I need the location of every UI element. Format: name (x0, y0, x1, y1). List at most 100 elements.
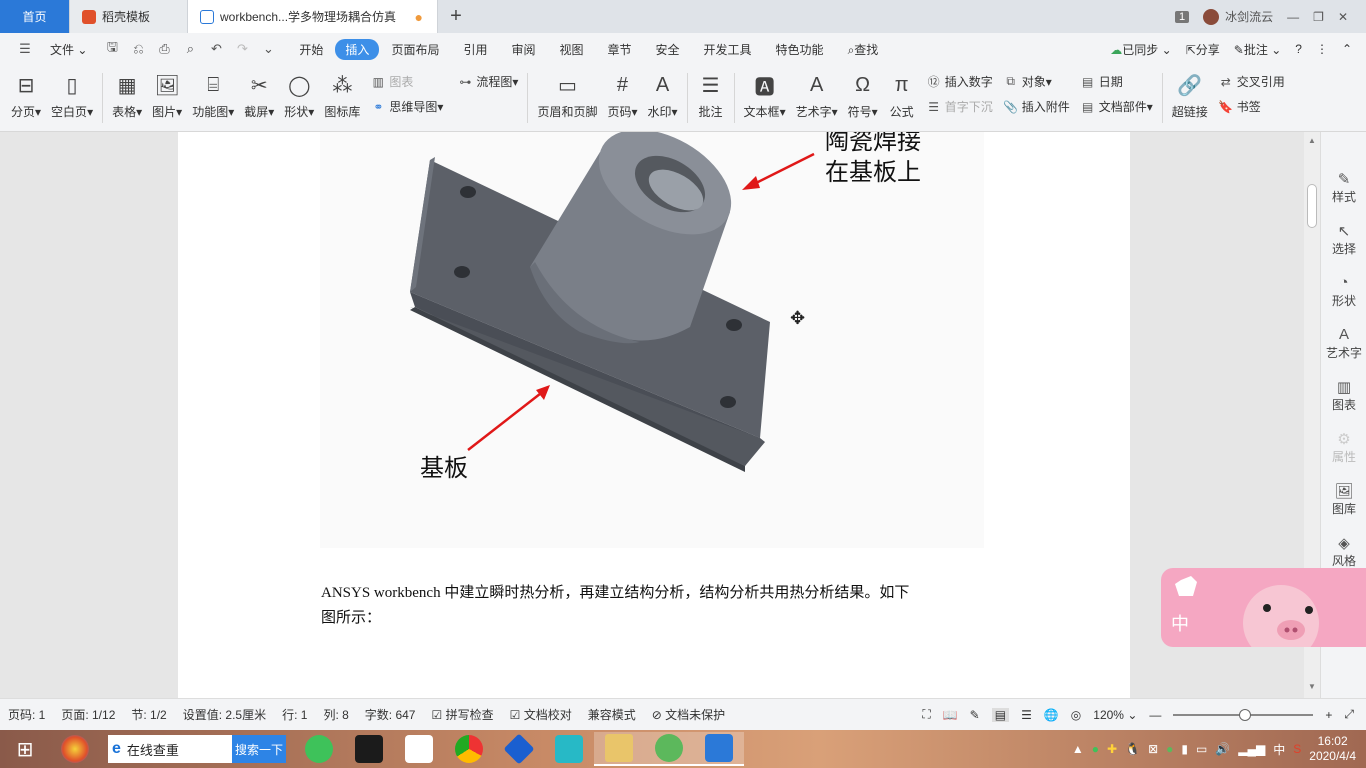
outline-view-icon[interactable]: ☰ (1021, 708, 1032, 722)
figure-ceramic-welding[interactable]: 陶瓷焊接 在基板上 基板 ✥ (320, 132, 984, 548)
page-view-icon[interactable]: ▤ (991, 707, 1010, 722)
menu-section[interactable]: 章节 (596, 41, 644, 58)
new-tab-button[interactable]: + (438, 0, 474, 33)
taskbar-chrome-icon[interactable] (444, 732, 494, 766)
menu-start[interactable]: 开始 (287, 41, 335, 58)
expand-icon[interactable]: ⤢ (1344, 707, 1354, 722)
menu-search[interactable]: ⌕查找 (836, 41, 891, 58)
ie-search-widget[interactable]: e 在线查重 搜索一下 (108, 734, 286, 764)
symbol-button[interactable]: Ω 符号▾ (843, 71, 883, 127)
collapse-ribbon-icon[interactable]: ⌃ (1342, 42, 1352, 56)
close-icon[interactable]: ✕ (1338, 10, 1348, 24)
menu-layout[interactable]: 页面布局 (379, 41, 451, 58)
doc-part-button[interactable]: ▤ 文档部件 ▾ (1080, 98, 1153, 115)
menu-features[interactable]: 特色功能 (764, 41, 836, 58)
document-page[interactable]: 陶瓷焊接 在基板上 基板 ✥ ANSYS workbench 中建立瞬时热分析，… (178, 132, 1130, 698)
formula-button[interactable]: π 公式 (883, 71, 921, 127)
sidebar-wordart[interactable]: A 艺术字 (1321, 326, 1366, 361)
zoom-in-icon[interactable]: + (1325, 708, 1332, 722)
minimize-icon[interactable]: — (1287, 10, 1299, 24)
spell-check-button[interactable]: ☑ 拼写检查 (431, 706, 493, 723)
sidebar-styles[interactable]: ✎ 样式 (1321, 170, 1366, 205)
wordart-button[interactable]: A 艺术字▾ (791, 71, 843, 127)
user-account[interactable]: 冰剑流云 (1203, 8, 1273, 26)
menu-security[interactable]: 安全 (644, 41, 692, 58)
format-painter-icon[interactable]: ⎌ (125, 41, 151, 57)
taskbar-explorer-icon[interactable] (594, 732, 644, 766)
scroll-down-icon[interactable]: ▼ (1308, 682, 1316, 691)
bookmark-button[interactable]: 🔖 书签 (1218, 98, 1285, 115)
chart-button[interactable]: ▥ 图表 (370, 73, 443, 90)
save-icon[interactable]: 🖫 (99, 38, 125, 60)
taskbar-wechat-icon[interactable] (644, 732, 694, 766)
status-row[interactable]: 行: 1 (282, 706, 307, 723)
tab-document[interactable]: workbench...学多物理场耦合仿真 ● (188, 0, 438, 33)
status-setting[interactable]: 设置值: 2.5厘米 (183, 706, 266, 723)
window-count-badge[interactable]: 1 (1175, 10, 1190, 23)
taskbar-wps-icon[interactable] (694, 732, 744, 766)
body-paragraph[interactable]: ANSYS workbench 中建立瞬时热分析，再建立结构分析，结构分析共用热… (321, 581, 991, 631)
annotate-button[interactable]: ☰ 批注 (692, 71, 730, 127)
taskbar-ansys-aim-icon[interactable] (394, 732, 444, 766)
print-icon[interactable]: ⎙ (151, 41, 177, 57)
object-button[interactable]: ⧉ 对象 ▾ (1003, 73, 1070, 90)
page-break-button[interactable]: ⊟ 分页▾ (6, 71, 46, 127)
screenshot-button[interactable]: ✂ 截屏▾ (239, 71, 279, 127)
zoom-level[interactable]: 120% ⌄ (1093, 708, 1137, 722)
taskbar-diamond-icon[interactable] (494, 732, 544, 766)
undo-icon[interactable]: ↶ (203, 41, 229, 57)
page-number-button[interactable]: # 页码▾ (602, 71, 642, 127)
shape-button[interactable]: ◯ 形状▾ (279, 71, 319, 127)
watermark-button[interactable]: A 水印▾ (643, 71, 683, 127)
tray-sogou-icon[interactable]: S (1293, 742, 1301, 756)
status-section[interactable]: 节: 1/2 (131, 706, 166, 723)
print-preview-icon[interactable]: ⌕ (177, 41, 203, 57)
tray-wechat-icon[interactable]: ● (1166, 742, 1173, 756)
table-button[interactable]: ▦ 表格▾ (107, 71, 147, 127)
tray-network-off-icon[interactable]: ⊠ (1148, 742, 1158, 756)
tray-volume-icon[interactable]: 🔊 (1215, 742, 1230, 756)
status-page-num[interactable]: 页码: 1 (8, 706, 45, 723)
tray-ime-label[interactable]: 中 (1273, 741, 1285, 758)
proofread-button[interactable]: ☑ 文档校对 (510, 706, 572, 723)
picture-button[interactable]: 🖼 图片▾ (147, 71, 187, 127)
fullscreen-icon[interactable]: ⛶ (922, 707, 930, 722)
scroll-up-icon[interactable]: ▲ (1308, 136, 1316, 145)
taskbar-ball-icon[interactable] (50, 732, 100, 766)
more-icon[interactable]: ⋮ (1316, 42, 1328, 56)
flowchart-button[interactable]: ⊶ 流程图 ▾ (457, 73, 518, 90)
restore-icon[interactable]: ❐ (1313, 10, 1324, 24)
menu-view[interactable]: 视图 (547, 41, 595, 58)
eye-protection-icon[interactable]: ◎ (1071, 708, 1081, 722)
document-area[interactable]: 陶瓷焊接 在基板上 基板 ✥ ANSYS workbench 中建立瞬时热分析，… (0, 132, 1320, 698)
attachment-button[interactable]: 📎 插入附件 (1003, 98, 1070, 115)
comment-button[interactable]: ✎批注 ⌄ (1234, 41, 1281, 58)
hamburger-icon[interactable]: ☰ (12, 41, 38, 57)
sidebar-shape[interactable]: ◔ 形状 (1321, 274, 1366, 309)
insert-number-button[interactable]: ⑫ 插入数字 (926, 73, 993, 90)
icon-lib-button[interactable]: ⁂ 图标库 (319, 71, 365, 127)
sidebar-properties[interactable]: ⚙ 属性 (1321, 430, 1366, 465)
taskbar-360-icon[interactable] (294, 732, 344, 766)
mindmap-button[interactable]: ⚭ 思维导图 ▾ (370, 98, 443, 115)
tray-qq-icon[interactable]: 🐧 (1125, 742, 1140, 756)
tray-signal-icon[interactable]: ▂▄▆ (1238, 742, 1265, 756)
menu-reference[interactable]: 引用 (451, 41, 499, 58)
help-icon[interactable]: ? (1295, 42, 1302, 56)
blank-page-button[interactable]: ▯ 空白页▾ (46, 71, 98, 127)
web-view-icon[interactable]: 🌐 (1044, 708, 1059, 722)
status-words[interactable]: 字数: 647 (365, 706, 416, 723)
sidebar-select[interactable]: ↖ 选择 (1321, 222, 1366, 257)
menu-devtools[interactable]: 开发工具 (692, 41, 764, 58)
scrollbar-thumb[interactable] (1307, 184, 1317, 228)
protect-button[interactable]: ⊘ 文档未保护 (652, 706, 725, 723)
ie-search-button[interactable]: 搜索一下 (232, 735, 286, 763)
taskbar-player-icon[interactable] (544, 732, 594, 766)
windows-start-icon[interactable]: ⊞ (0, 730, 50, 768)
sidebar-gallery[interactable]: 🖼 图库 (1321, 482, 1366, 517)
zoom-slider[interactable] (1173, 708, 1314, 721)
menu-file[interactable]: 文件 ⌄ (38, 41, 99, 58)
menu-insert[interactable]: 插入 (335, 38, 380, 60)
zoom-slider-knob[interactable] (1239, 708, 1252, 721)
tab-template[interactable]: 稻壳模板 (70, 0, 188, 33)
